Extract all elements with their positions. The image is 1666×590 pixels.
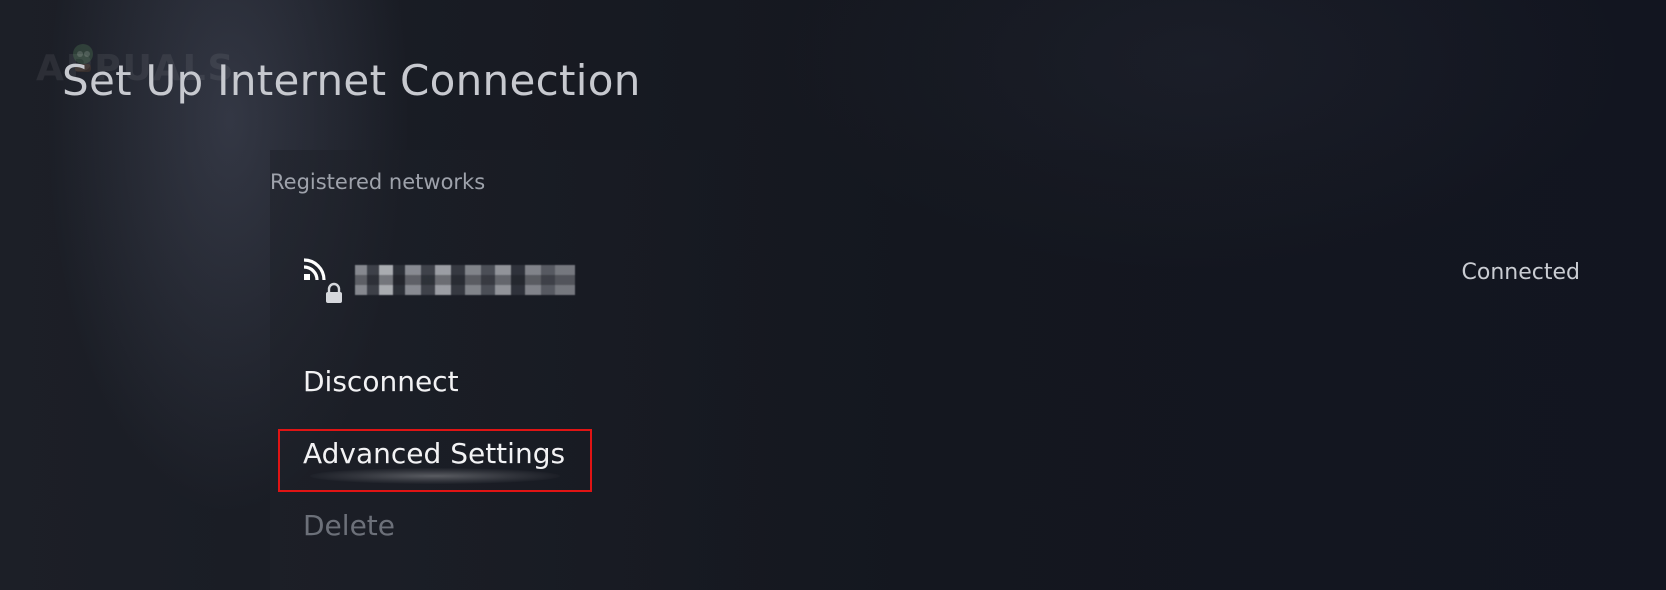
settings-panel [270,150,1666,590]
connection-status: Connected [1461,260,1580,285]
wifi-icon [303,258,326,281]
lock-icon [326,282,342,303]
section-label: Registered networks [270,170,486,194]
network-name [355,265,575,295]
disconnect-option[interactable]: Disconnect [303,365,459,398]
page-title: Set Up Internet Connection [62,56,641,105]
network-row[interactable]: Connected [290,240,1580,320]
network-icon-group [302,254,350,308]
annotation-highlight-box [278,429,592,492]
delete-option[interactable]: Delete [303,509,395,542]
